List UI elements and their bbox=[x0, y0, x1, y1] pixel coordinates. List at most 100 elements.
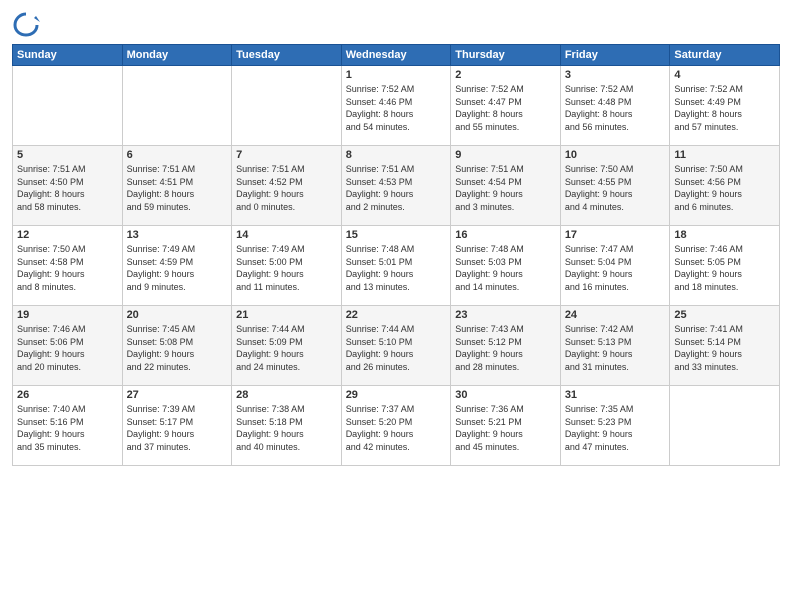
day-info: Sunrise: 7:46 AM Sunset: 5:06 PM Dayligh… bbox=[17, 323, 118, 373]
day-number: 21 bbox=[236, 309, 337, 321]
day-number: 20 bbox=[127, 309, 228, 321]
calendar-day-27: 27 Sunrise: 7:39 AM Sunset: 5:17 PM Dayli… bbox=[122, 386, 232, 466]
logo bbox=[12, 10, 44, 38]
day-info: Sunrise: 7:44 AM Sunset: 5:10 PM Dayligh… bbox=[346, 323, 447, 373]
calendar-day-30: 30 Sunrise: 7:36 AM Sunset: 5:21 PM Dayli… bbox=[451, 386, 561, 466]
page: SundayMondayTuesdayWednesdayThursdayFrid… bbox=[0, 0, 792, 612]
calendar-day-15: 15 Sunrise: 7:48 AM Sunset: 5:01 PM Dayli… bbox=[341, 226, 451, 306]
calendar-day-19: 19 Sunrise: 7:46 AM Sunset: 5:06 PM Dayli… bbox=[13, 306, 123, 386]
calendar-day-12: 12Sunrise: 7:50 AM Sunset: 4:58 PM Dayli… bbox=[13, 226, 123, 306]
weekday-header-friday: Friday bbox=[560, 45, 670, 66]
day-number: 10 bbox=[565, 149, 666, 161]
weekday-header-thursday: Thursday bbox=[451, 45, 561, 66]
calendar-day-20: 20Sunrise: 7:45 AM Sunset: 5:08 PM Dayli… bbox=[122, 306, 232, 386]
calendar-week-5: 26 Sunrise: 7:40 AM Sunset: 5:16 PM Dayli… bbox=[13, 386, 780, 466]
calendar-empty bbox=[13, 66, 123, 146]
day-number: 15 bbox=[346, 229, 447, 241]
day-number: 7 bbox=[236, 149, 337, 161]
day-number: 27 bbox=[127, 389, 228, 401]
day-info: Sunrise: 7:38 AM Sunset: 5:18 PM Dayligh… bbox=[236, 403, 337, 453]
day-info: Sunrise: 7:50 AM Sunset: 4:55 PM Dayligh… bbox=[565, 163, 666, 213]
day-number: 22 bbox=[346, 309, 447, 321]
weekday-header-saturday: Saturday bbox=[670, 45, 780, 66]
calendar-day-1: 1Sunrise: 7:52 AM Sunset: 4:46 PM Daylig… bbox=[341, 66, 451, 146]
day-number: 11 bbox=[674, 149, 775, 161]
day-info: Sunrise: 7:52 AM Sunset: 4:48 PM Dayligh… bbox=[565, 83, 666, 133]
day-info: Sunrise: 7:44 AM Sunset: 5:09 PM Dayligh… bbox=[236, 323, 337, 373]
day-info: Sunrise: 7:47 AM Sunset: 5:04 PM Dayligh… bbox=[565, 243, 666, 293]
day-info: Sunrise: 7:52 AM Sunset: 4:49 PM Dayligh… bbox=[674, 83, 775, 133]
calendar-day-31: 31Sunrise: 7:35 AM Sunset: 5:23 PM Dayli… bbox=[560, 386, 670, 466]
day-info: Sunrise: 7:40 AM Sunset: 5:16 PM Dayligh… bbox=[17, 403, 118, 453]
day-number: 14 bbox=[236, 229, 337, 241]
calendar-day-3: 3 Sunrise: 7:52 AM Sunset: 4:48 PM Daylig… bbox=[560, 66, 670, 146]
day-number: 25 bbox=[674, 309, 775, 321]
day-info: Sunrise: 7:41 AM Sunset: 5:14 PM Dayligh… bbox=[674, 323, 775, 373]
weekday-header-sunday: Sunday bbox=[13, 45, 123, 66]
header bbox=[12, 10, 780, 38]
calendar-day-14: 14 Sunrise: 7:49 AM Sunset: 5:00 PM Dayli… bbox=[232, 226, 342, 306]
day-info: Sunrise: 7:39 AM Sunset: 5:17 PM Dayligh… bbox=[127, 403, 228, 453]
day-info: Sunrise: 7:51 AM Sunset: 4:53 PM Dayligh… bbox=[346, 163, 447, 213]
weekday-header-tuesday: Tuesday bbox=[232, 45, 342, 66]
calendar-empty bbox=[670, 386, 780, 466]
calendar-day-24: 24Sunrise: 7:42 AM Sunset: 5:13 PM Dayli… bbox=[560, 306, 670, 386]
weekday-header-row: SundayMondayTuesdayWednesdayThursdayFrid… bbox=[13, 45, 780, 66]
calendar-day-16: 16Sunrise: 7:48 AM Sunset: 5:03 PM Dayli… bbox=[451, 226, 561, 306]
calendar-empty bbox=[122, 66, 232, 146]
day-info: Sunrise: 7:36 AM Sunset: 5:21 PM Dayligh… bbox=[455, 403, 556, 453]
calendar-day-8: 8 Sunrise: 7:51 AM Sunset: 4:53 PM Daylig… bbox=[341, 146, 451, 226]
calendar-day-13: 13 Sunrise: 7:49 AM Sunset: 4:59 PM Dayli… bbox=[122, 226, 232, 306]
calendar-day-26: 26 Sunrise: 7:40 AM Sunset: 5:16 PM Dayli… bbox=[13, 386, 123, 466]
calendar-week-3: 12Sunrise: 7:50 AM Sunset: 4:58 PM Dayli… bbox=[13, 226, 780, 306]
day-number: 2 bbox=[455, 69, 556, 81]
day-number: 26 bbox=[17, 389, 118, 401]
day-number: 16 bbox=[455, 229, 556, 241]
day-info: Sunrise: 7:50 AM Sunset: 4:58 PM Dayligh… bbox=[17, 243, 118, 293]
day-number: 4 bbox=[674, 69, 775, 81]
calendar-day-10: 10 Sunrise: 7:50 AM Sunset: 4:55 PM Dayli… bbox=[560, 146, 670, 226]
calendar-day-22: 22 Sunrise: 7:44 AM Sunset: 5:10 PM Dayli… bbox=[341, 306, 451, 386]
day-info: Sunrise: 7:51 AM Sunset: 4:54 PM Dayligh… bbox=[455, 163, 556, 213]
day-info: Sunrise: 7:48 AM Sunset: 5:01 PM Dayligh… bbox=[346, 243, 447, 293]
day-number: 17 bbox=[565, 229, 666, 241]
calendar-day-9: 9 Sunrise: 7:51 AM Sunset: 4:54 PM Daylig… bbox=[451, 146, 561, 226]
calendar-day-18: 18Sunrise: 7:46 AM Sunset: 5:05 PM Dayli… bbox=[670, 226, 780, 306]
calendar-day-21: 21 Sunrise: 7:44 AM Sunset: 5:09 PM Dayli… bbox=[232, 306, 342, 386]
calendar-table: SundayMondayTuesdayWednesdayThursdayFrid… bbox=[12, 44, 780, 466]
logo-icon bbox=[12, 10, 40, 38]
day-number: 1 bbox=[346, 69, 447, 81]
day-info: Sunrise: 7:49 AM Sunset: 5:00 PM Dayligh… bbox=[236, 243, 337, 293]
calendar-empty bbox=[232, 66, 342, 146]
day-number: 29 bbox=[346, 389, 447, 401]
calendar-week-4: 19 Sunrise: 7:46 AM Sunset: 5:06 PM Dayli… bbox=[13, 306, 780, 386]
calendar-week-2: 5Sunrise: 7:51 AM Sunset: 4:50 PM Daylig… bbox=[13, 146, 780, 226]
day-number: 23 bbox=[455, 309, 556, 321]
calendar-day-29: 29 Sunrise: 7:37 AM Sunset: 5:20 PM Dayli… bbox=[341, 386, 451, 466]
day-info: Sunrise: 7:37 AM Sunset: 5:20 PM Dayligh… bbox=[346, 403, 447, 453]
day-number: 6 bbox=[127, 149, 228, 161]
calendar-day-25: 25 Sunrise: 7:41 AM Sunset: 5:14 PM Dayli… bbox=[670, 306, 780, 386]
day-info: Sunrise: 7:51 AM Sunset: 4:51 PM Dayligh… bbox=[127, 163, 228, 213]
calendar-day-4: 4 Sunrise: 7:52 AM Sunset: 4:49 PM Daylig… bbox=[670, 66, 780, 146]
day-number: 8 bbox=[346, 149, 447, 161]
calendar-day-28: 28 Sunrise: 7:38 AM Sunset: 5:18 PM Dayli… bbox=[232, 386, 342, 466]
calendar-day-11: 11Sunrise: 7:50 AM Sunset: 4:56 PM Dayli… bbox=[670, 146, 780, 226]
weekday-header-monday: Monday bbox=[122, 45, 232, 66]
day-number: 24 bbox=[565, 309, 666, 321]
weekday-header-wednesday: Wednesday bbox=[341, 45, 451, 66]
day-number: 19 bbox=[17, 309, 118, 321]
day-number: 30 bbox=[455, 389, 556, 401]
calendar-day-17: 17 Sunrise: 7:47 AM Sunset: 5:04 PM Dayli… bbox=[560, 226, 670, 306]
calendar-day-6: 6 Sunrise: 7:51 AM Sunset: 4:51 PM Daylig… bbox=[122, 146, 232, 226]
day-info: Sunrise: 7:51 AM Sunset: 4:52 PM Dayligh… bbox=[236, 163, 337, 213]
day-number: 28 bbox=[236, 389, 337, 401]
day-info: Sunrise: 7:43 AM Sunset: 5:12 PM Dayligh… bbox=[455, 323, 556, 373]
day-info: Sunrise: 7:49 AM Sunset: 4:59 PM Dayligh… bbox=[127, 243, 228, 293]
day-number: 13 bbox=[127, 229, 228, 241]
calendar-day-7: 7 Sunrise: 7:51 AM Sunset: 4:52 PM Daylig… bbox=[232, 146, 342, 226]
day-number: 31 bbox=[565, 389, 666, 401]
day-number: 9 bbox=[455, 149, 556, 161]
day-number: 18 bbox=[674, 229, 775, 241]
day-number: 3 bbox=[565, 69, 666, 81]
